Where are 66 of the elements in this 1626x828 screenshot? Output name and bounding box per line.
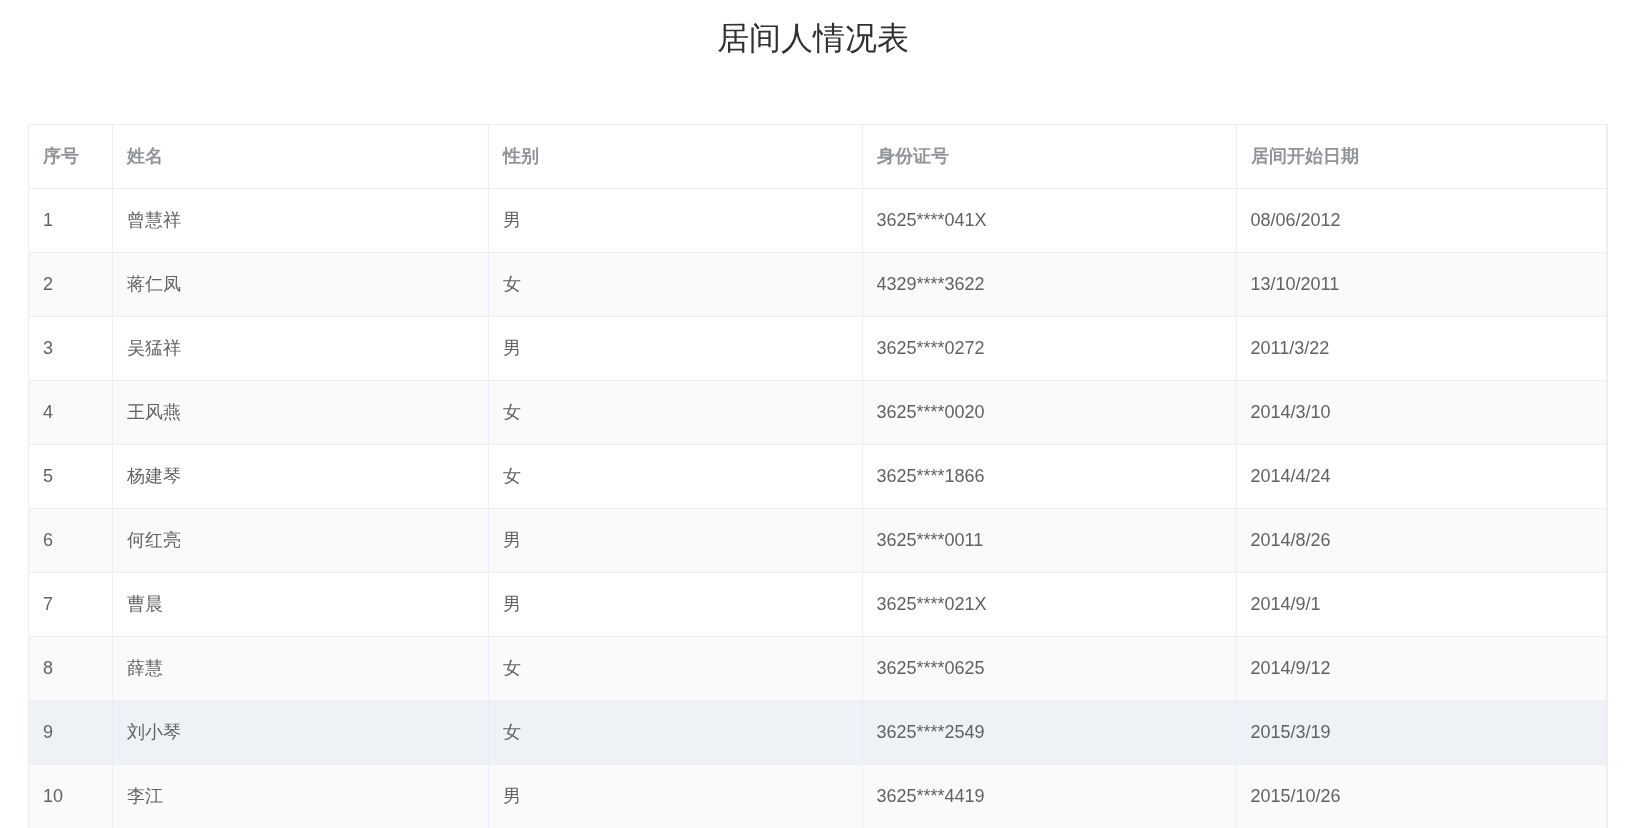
table-row[interactable]: 4 王风燕 女 3625****0020 2014/3/10 (29, 380, 1607, 444)
table-cell: 2011/3/22 (1236, 316, 1607, 380)
table-cell: 7 (29, 572, 112, 636)
table-cell: 吴猛祥 (112, 316, 488, 380)
table-cell: 刘小琴 (112, 700, 488, 764)
table-cell: 杨建琴 (112, 444, 488, 508)
column-header: 性别 (488, 125, 862, 188)
table-cell: 薛慧 (112, 636, 488, 700)
table-row[interactable]: 9 刘小琴 女 3625****2549 2015/3/19 (29, 700, 1607, 764)
table-cell: 何红亮 (112, 508, 488, 572)
table-row[interactable]: 6 何红亮 男 3625****0011 2014/8/26 (29, 508, 1607, 572)
table-cell: 3625****021X (862, 572, 1236, 636)
table-cell: 2014/9/1 (1236, 572, 1607, 636)
table-row[interactable]: 1 曾慧祥 男 3625****041X 08/06/2012 (29, 188, 1607, 252)
table-cell: 2015/3/19 (1236, 700, 1607, 764)
column-header: 姓名 (112, 125, 488, 188)
table-cell: 1 (29, 188, 112, 252)
table-cell: 3625****0020 (862, 380, 1236, 444)
table-cell: 2015/10/26 (1236, 764, 1607, 828)
table-cell: 3625****4419 (862, 764, 1236, 828)
table-row[interactable]: 8 薛慧 女 3625****0625 2014/9/12 (29, 636, 1607, 700)
table-cell: 3625****0011 (862, 508, 1236, 572)
table-cell: 13/10/2011 (1236, 252, 1607, 316)
table-row[interactable]: 3 吴猛祥 男 3625****0272 2011/3/22 (29, 316, 1607, 380)
page-title: 居间人情况表 (716, 19, 910, 58)
table-cell: 男 (488, 316, 862, 380)
table-cell: 女 (488, 700, 862, 764)
table-cell: 男 (488, 188, 862, 252)
table-row[interactable]: 7 曹晨 男 3625****021X 2014/9/1 (29, 572, 1607, 636)
table-cell: 男 (488, 572, 862, 636)
table-cell: 3625****1866 (862, 444, 1236, 508)
table-cell: 曹晨 (112, 572, 488, 636)
table-cell: 2014/8/26 (1236, 508, 1607, 572)
table-row[interactable]: 2 蒋仁凤 女 4329****3622 13/10/2011 (29, 252, 1607, 316)
table-cell: 3 (29, 316, 112, 380)
table-row[interactable]: 5 杨建琴 女 3625****1866 2014/4/24 (29, 444, 1607, 508)
table-cell: 2014/9/12 (1236, 636, 1607, 700)
table-cell: 8 (29, 636, 112, 700)
column-header: 序号 (29, 125, 112, 188)
table-cell: 4 (29, 380, 112, 444)
table-cell: 9 (29, 700, 112, 764)
table-cell: 女 (488, 252, 862, 316)
table-row[interactable]: 10 李江 男 3625****4419 2015/10/26 (29, 764, 1607, 828)
table-cell: 女 (488, 636, 862, 700)
table-cell: 4329****3622 (862, 252, 1236, 316)
table-cell: 5 (29, 444, 112, 508)
table-cell: 10 (29, 764, 112, 828)
table-cell: 女 (488, 444, 862, 508)
table-cell: 男 (488, 508, 862, 572)
table-cell: 2014/3/10 (1236, 380, 1607, 444)
table-cell: 3625****041X (862, 188, 1236, 252)
table-cell: 蒋仁凤 (112, 252, 488, 316)
table-cell: 王风燕 (112, 380, 488, 444)
table-cell: 08/06/2012 (1236, 188, 1607, 252)
table-cell: 曾慧祥 (112, 188, 488, 252)
table-cell: 男 (488, 764, 862, 828)
table-cell: 3625****0625 (862, 636, 1236, 700)
column-header: 身份证号 (862, 125, 1236, 188)
table-cell: 2014/4/24 (1236, 444, 1607, 508)
column-header: 居间开始日期 (1236, 125, 1607, 188)
table-cell: 2 (29, 252, 112, 316)
table-cell: 3625****0272 (862, 316, 1236, 380)
table-cell: 李江 (112, 764, 488, 828)
table-cell: 3625****2549 (862, 700, 1236, 764)
table-cell: 女 (488, 380, 862, 444)
table-cell: 6 (29, 508, 112, 572)
